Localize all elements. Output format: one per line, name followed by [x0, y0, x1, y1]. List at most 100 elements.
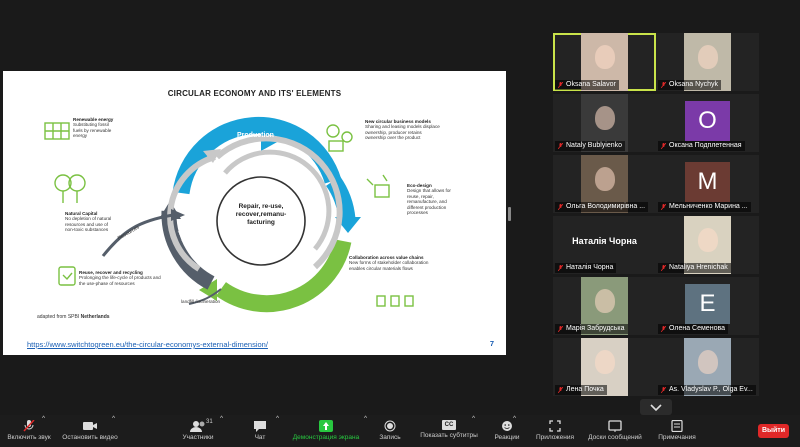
share-options-caret[interactable]: ^ — [364, 415, 367, 447]
landfill-label: landfill /incineration — [181, 299, 221, 304]
participants-icon — [190, 421, 205, 432]
participant-silhouette — [698, 45, 718, 69]
participant-silhouette — [698, 350, 718, 374]
participant-silhouette — [595, 350, 615, 374]
participant-name: Nataliya Hrenichak — [658, 263, 731, 273]
participant-tile[interactable]: As. Vladyslav P., Olga Ev... — [656, 338, 759, 396]
participant-silhouette — [595, 45, 615, 69]
element-collaboration: Collaboration across value chains New fo… — [349, 255, 469, 271]
share-screen-button[interactable]: Демонстрация экрана — [288, 415, 364, 447]
participant-avatar: E — [685, 284, 730, 324]
participant-tile[interactable]: O Оксана Подплетенная — [656, 94, 759, 152]
chat-label: Чат — [254, 434, 266, 441]
panel-splitter-handle[interactable] — [508, 207, 511, 221]
reactions-options-caret[interactable]: ^ — [513, 415, 516, 447]
participants-options-caret[interactable]: ^ — [220, 415, 223, 447]
mic-muted-icon — [661, 204, 666, 210]
leave-meeting-button[interactable]: Выйти — [758, 424, 789, 438]
participant-tile[interactable]: Наталія Чорна Наталія Чорна — [553, 216, 656, 274]
meeting-stage: CIRCULAR ECONOMY AND ITS' ELEMENTS Produ… — [0, 0, 800, 415]
element-business-text-3: ownership over the product — [365, 135, 421, 141]
element-renewable-energy: Renewable energy Substituting fossil fue… — [73, 117, 133, 139]
participant-tile[interactable]: M Мельниченко Марина ... — [656, 155, 759, 213]
participant-tile[interactable]: Oksana Salavor — [553, 33, 656, 91]
audio-options-caret[interactable]: ^ — [42, 415, 45, 447]
element-reuse-text-2: the use-phase of resources — [79, 280, 135, 286]
center-text: Repair, re-use, recover,remanu- facturin… — [221, 203, 301, 227]
participant-avatar: O — [685, 101, 730, 141]
participant-tile[interactable]: Nataliya Hrenichak — [656, 216, 759, 274]
element-eco-design: Eco-design Design that allows for reuse,… — [407, 183, 487, 215]
participant-tile[interactable]: Лена Почка — [553, 338, 656, 396]
participant-tile[interactable]: E Олена Семенова — [656, 277, 759, 335]
participant-name: Марія Забрудська — [555, 324, 628, 334]
center-text-line-3: facturing — [247, 219, 275, 226]
video-options-caret[interactable]: ^ — [112, 415, 115, 447]
record-button[interactable]: Запись — [374, 415, 406, 447]
participants-label: Участники — [182, 434, 214, 441]
unmute-button[interactable]: Включить звук — [4, 415, 54, 447]
element-ecodesign-text-5: processes — [407, 210, 428, 216]
element-reuse-recover: Reuse, recover and recycling Prolonging … — [79, 270, 179, 286]
meeting-toolbar: Включить звук ^ Остановить видео ^ Участ… — [0, 415, 800, 447]
mic-muted-icon — [661, 326, 666, 332]
unmute-label: Включить звук — [7, 434, 51, 441]
reactions-button[interactable]: Реакции — [490, 415, 524, 447]
chat-bubble-icon — [254, 421, 266, 432]
participant-silhouette — [595, 167, 615, 191]
participant-name: Nataly Bublyienko — [555, 141, 626, 151]
gallery-scroll-down-button[interactable] — [640, 399, 672, 415]
notes-icon — [671, 420, 683, 432]
video-camera-icon — [83, 422, 97, 430]
apps-icon — [549, 420, 561, 432]
participant-name: Наталія Чорна — [555, 263, 617, 273]
record-label: Запись — [379, 434, 401, 441]
mic-muted-icon — [558, 143, 563, 149]
slide-source: adapted from SPBI Netherlands — [37, 314, 110, 320]
message-boards-label: Доски сообщений — [588, 434, 642, 441]
participant-display-name: Наталія Чорна — [572, 236, 637, 246]
participant-name: As. Vladyslav P., Olga Ev... — [658, 385, 756, 395]
mic-muted-icon — [558, 204, 563, 210]
mic-muted-icon — [558, 387, 563, 393]
record-icon — [384, 420, 396, 432]
captions-options-caret[interactable]: ^ — [472, 415, 475, 447]
mic-muted-icon — [661, 387, 666, 393]
participant-silhouette — [595, 289, 615, 313]
participant-name: Лена Почка — [555, 385, 607, 395]
participant-avatar: M — [685, 162, 730, 202]
slide-source-prefix: adapted from SPBI — [37, 314, 80, 320]
arc-label-production: Production — [237, 132, 274, 139]
center-text-line-2: recover,remanu- — [235, 211, 287, 218]
participant-name: Оксана Подплетенная — [658, 141, 745, 151]
slide-source-bold: Netherlands — [80, 314, 110, 320]
element-natural-text-3: non-toxic substances — [65, 227, 109, 233]
element-natural-capital: Natural Capital No depletion of natural … — [65, 211, 135, 233]
center-text-line-1: Repair, re-use, — [238, 203, 284, 210]
participant-name: Oksana Salavor — [555, 80, 619, 90]
mic-muted-icon — [558, 326, 563, 332]
shared-slide: CIRCULAR ECONOMY AND ITS' ELEMENTS Produ… — [3, 71, 506, 355]
mic-muted-icon — [558, 265, 563, 271]
message-boards-button[interactable]: Доски сообщений — [584, 415, 646, 447]
mic-muted-icon — [661, 265, 666, 271]
mic-muted-icon — [23, 420, 35, 432]
arc-label-use: Use — [299, 268, 312, 275]
participants-button[interactable]: Участники — [176, 415, 220, 447]
notes-button[interactable]: Примечания — [654, 415, 700, 447]
participant-tile[interactable]: Ольга Володимирівна ... — [553, 155, 656, 213]
participant-tile[interactable]: Oksana Nychyk — [656, 33, 759, 91]
share-screen-label: Демонстрация экрана — [292, 434, 360, 441]
element-collab-text-2: enables circular materials flows — [349, 265, 413, 271]
element-business-models: New circular business models Sharing and… — [365, 119, 475, 141]
reactions-label: Реакции — [494, 434, 520, 441]
participants-count: 31 — [206, 419, 213, 425]
participant-silhouette — [698, 228, 718, 252]
chat-button[interactable]: Чат — [246, 415, 274, 447]
apps-button[interactable]: Приложения — [532, 415, 578, 447]
element-renewable-text-3: energy — [73, 133, 88, 139]
slide-link[interactable]: https://www.switchtogreen.eu/the-circula… — [27, 340, 268, 349]
participant-tile[interactable]: Марія Забрудська — [553, 277, 656, 335]
chat-options-caret[interactable]: ^ — [276, 415, 279, 447]
participant-tile[interactable]: Nataly Bublyienko — [553, 94, 656, 152]
